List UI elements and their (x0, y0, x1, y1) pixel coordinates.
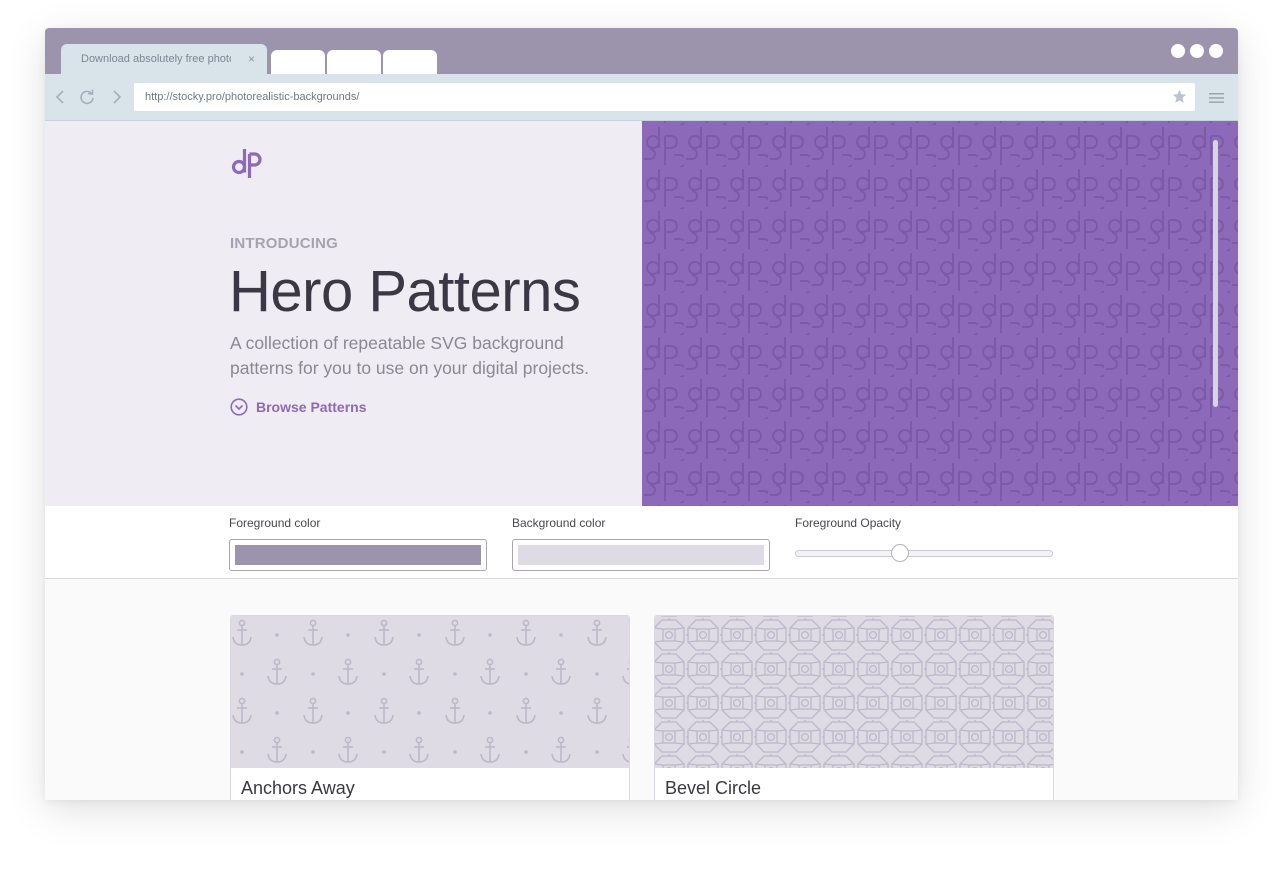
browser-tab[interactable] (383, 50, 437, 74)
tab-close-icon[interactable]: × (248, 44, 255, 75)
hero-pattern-preview (642, 121, 1238, 506)
opacity-slider-thumb[interactable] (891, 544, 909, 562)
browse-patterns-link[interactable]: Browse Patterns (230, 398, 366, 416)
page-viewport: INTRODUCING Hero Patterns A collection o… (45, 121, 1238, 800)
window-controls (1171, 44, 1223, 58)
back-arrow-icon[interactable] (52, 88, 70, 106)
browser-tab-active[interactable]: Download absolutely free photo. × (61, 44, 267, 75)
chevron-down-circle-icon (230, 398, 248, 416)
browser-titlebar: Download absolutely free photo. × (45, 28, 1238, 75)
reload-icon[interactable] (78, 88, 96, 106)
hero-description: A collection of repeatable SVG backgroun… (230, 333, 589, 378)
url-text: http://stocky.pro/photorealistic-backgro… (145, 91, 360, 103)
browse-patterns-label: Browse Patterns (256, 399, 367, 415)
background-color-swatch (518, 545, 764, 565)
bevel-circle-pattern-icon (655, 616, 1053, 768)
pattern-card[interactable]: Bevel Circle (654, 615, 1054, 800)
hero-eyebrow: INTRODUCING (230, 235, 339, 252)
foreground-color-label: Foreground color (229, 516, 321, 530)
hero-section: INTRODUCING Hero Patterns A collection o… (45, 121, 642, 506)
foreground-color-swatch (235, 545, 481, 565)
opacity-slider-track[interactable] (795, 550, 1053, 557)
address-bar[interactable]: http://stocky.pro/photorealistic-backgro… (134, 83, 1195, 111)
pattern-controls: Foreground color Background color Foregr… (45, 506, 1238, 579)
bevel-circle-preview (655, 616, 1053, 768)
background-color-label: Background color (512, 516, 606, 530)
anchors-away-preview (231, 616, 629, 768)
pattern-card-title: Anchors Away (241, 778, 355, 798)
browser-toolbar: http://stocky.pro/photorealistic-backgro… (45, 74, 1238, 121)
pattern-card[interactable]: Anchors Away (230, 615, 630, 800)
browser-window: Download absolutely free photo. × http:/… (45, 28, 1238, 800)
background-color-picker[interactable] (512, 539, 770, 571)
tab-title: Download absolutely free photo. (81, 53, 231, 65)
window-dot-icon[interactable] (1171, 44, 1185, 58)
forward-arrow-icon[interactable] (107, 88, 125, 106)
bookmark-star-icon[interactable] (1172, 89, 1187, 104)
window-dot-icon[interactable] (1190, 44, 1204, 58)
browser-menu-icon[interactable] (1209, 92, 1224, 104)
page-title: Hero Patterns (229, 259, 581, 324)
page-scrollbar[interactable] (1213, 140, 1218, 407)
window-dot-icon[interactable] (1209, 44, 1223, 58)
hero-patterns-logo-icon (231, 149, 262, 178)
anchor-pattern-icon (231, 616, 629, 768)
pattern-card-title: Bevel Circle (665, 778, 762, 798)
foreground-opacity-label: Foreground Opacity (795, 516, 902, 530)
browser-tab[interactable] (271, 50, 325, 74)
foreground-color-picker[interactable] (229, 539, 487, 571)
hero-pattern-graphic (642, 121, 1238, 506)
browser-tab[interactable] (327, 50, 381, 74)
